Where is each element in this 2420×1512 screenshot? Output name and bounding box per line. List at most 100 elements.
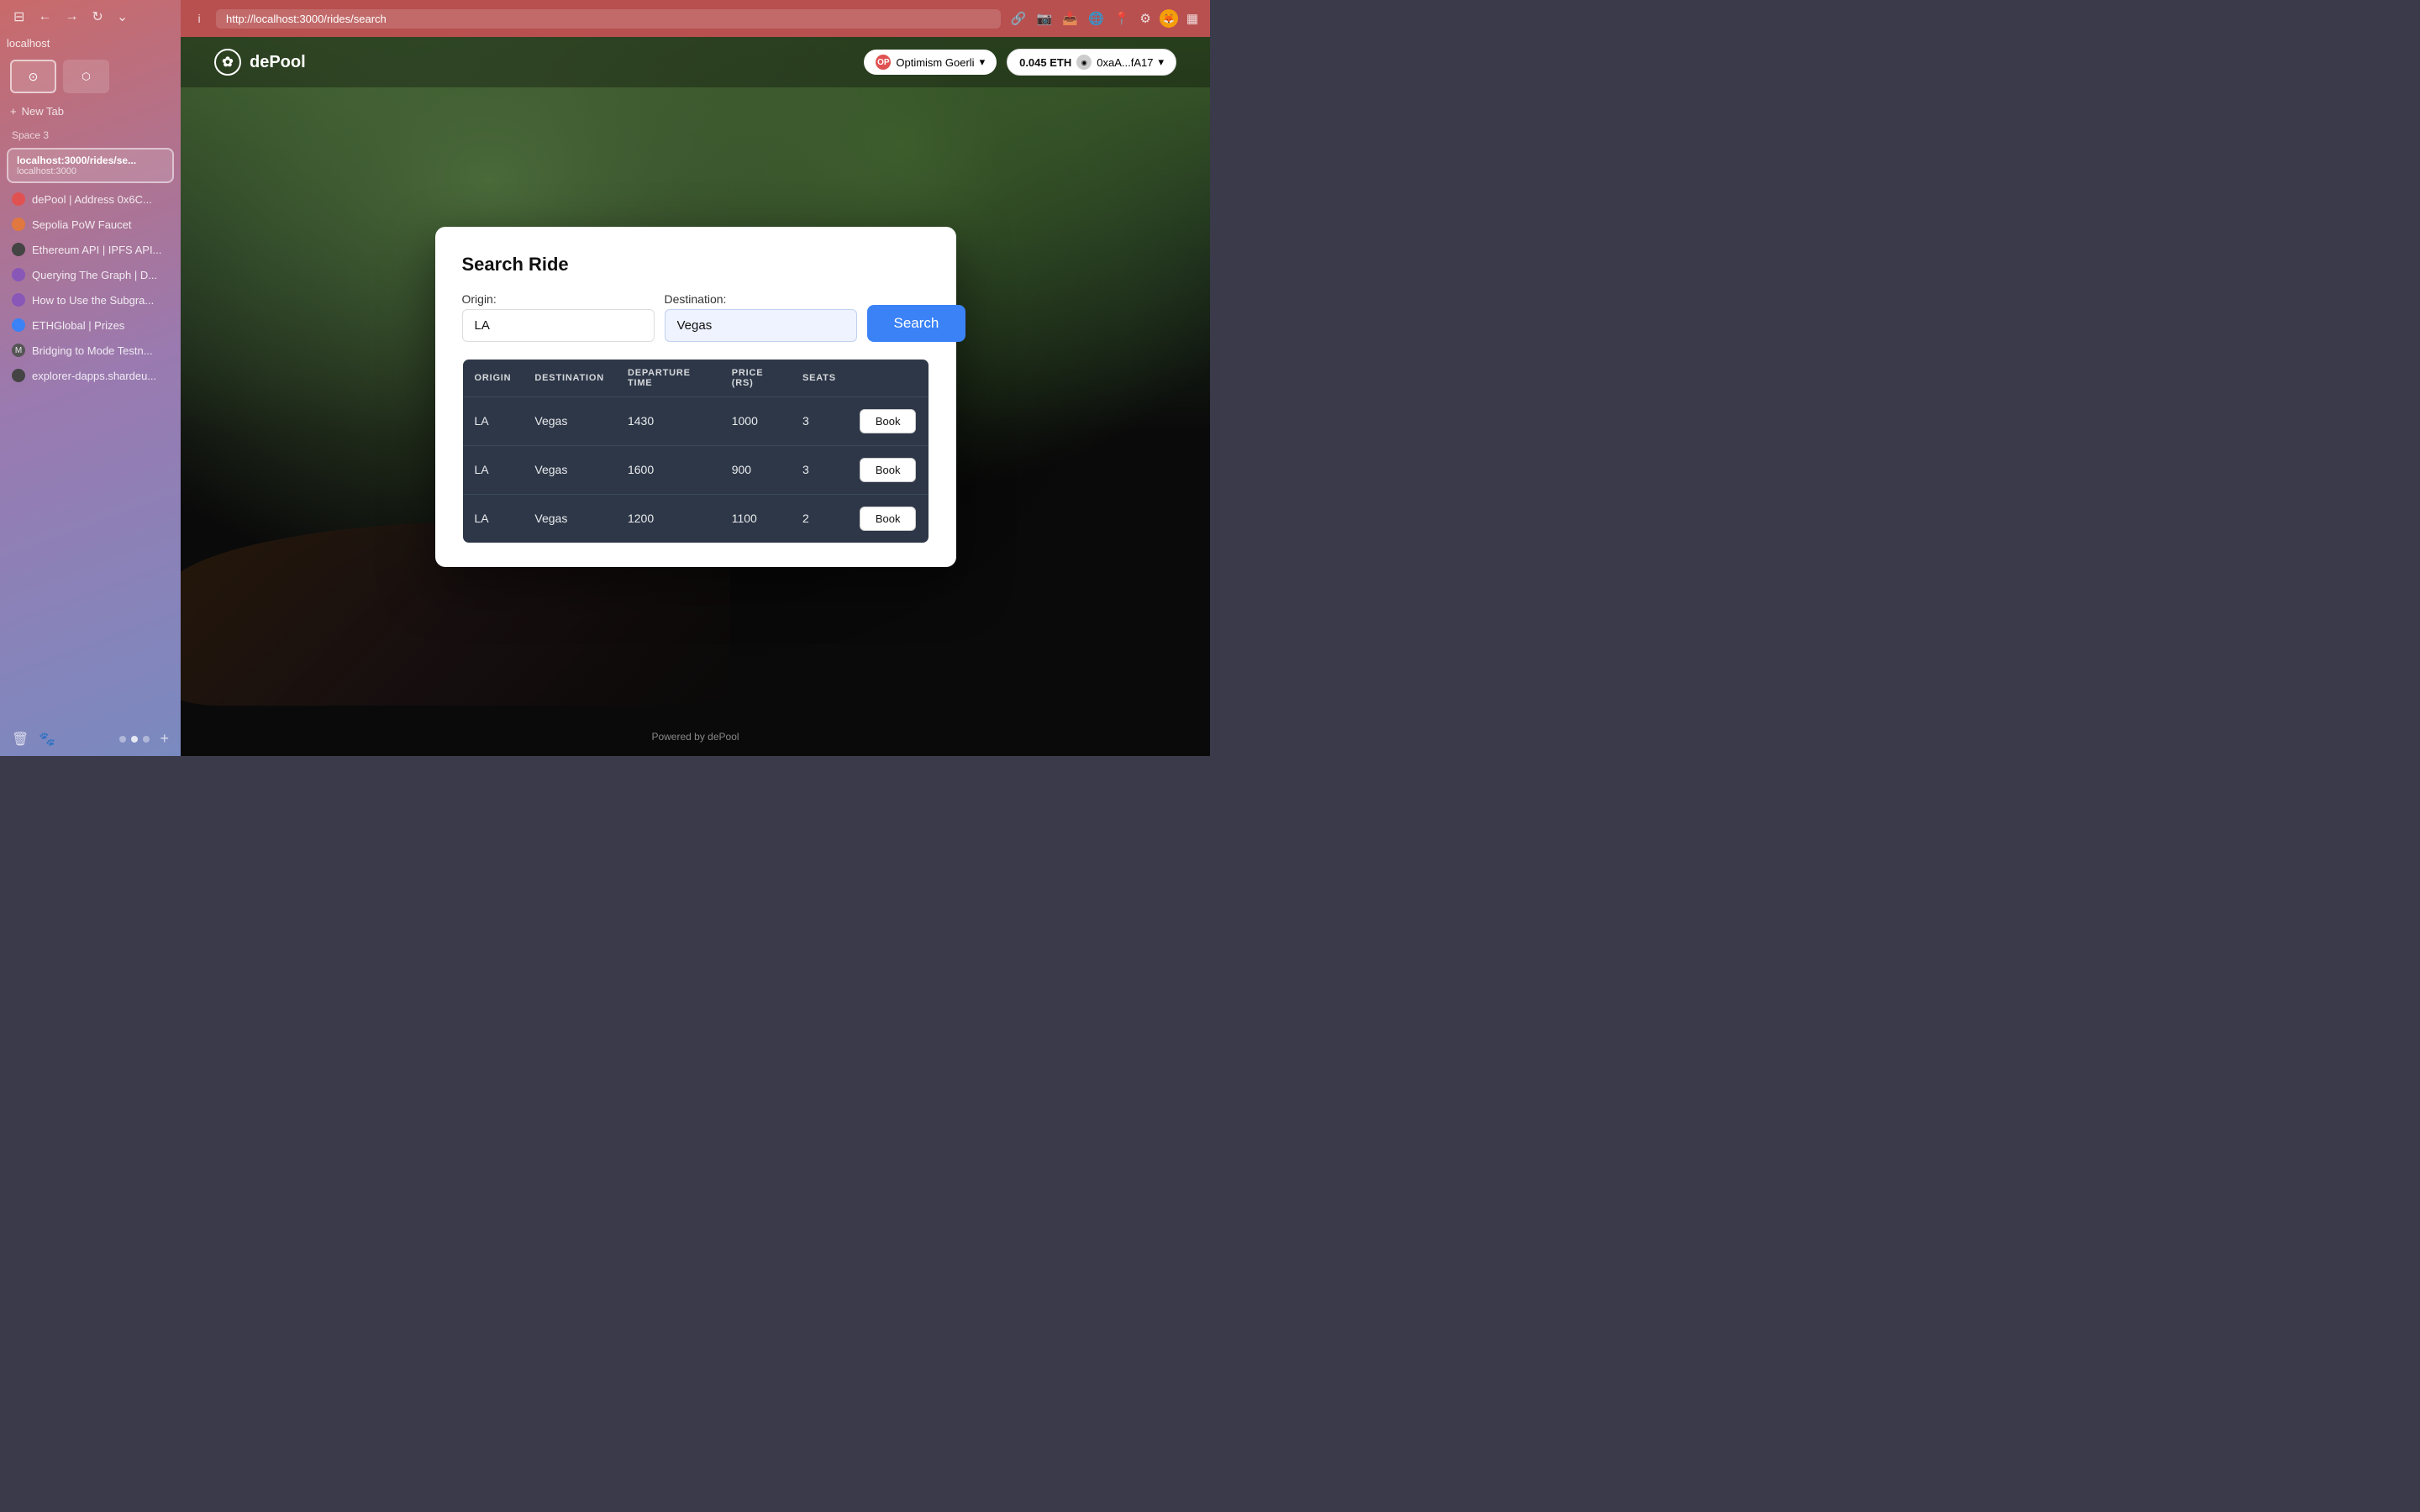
new-tab-label: New Tab xyxy=(22,105,64,118)
cell-destination-1: Vegas xyxy=(523,445,616,494)
current-tab-item[interactable]: localhost:3000/rides/se... localhost:300… xyxy=(7,148,174,183)
results-table-head: ORIGIN DESTINATION DEPARTURE TIME PRICE … xyxy=(462,359,929,396)
cell-book-1: Book xyxy=(848,445,929,494)
app-content: ✿ dePool OP Optimism Goerli ▾ 0.045 ETH … xyxy=(181,37,1210,756)
favicon-subgraph xyxy=(12,293,25,307)
camera-icon[interactable]: 📷 xyxy=(1035,9,1055,28)
sidebar-label-depool-address: dePool | Address 0x6C... xyxy=(32,193,169,206)
sidebar-label-ethglobal: ETHGlobal | Prizes xyxy=(32,319,169,332)
table-header-row: ORIGIN DESTINATION DEPARTURE TIME PRICE … xyxy=(462,359,929,396)
layout-icon[interactable]: ▦ xyxy=(1185,9,1200,28)
cell-price-1: 900 xyxy=(720,445,791,494)
favicon-ethereum-api xyxy=(12,243,25,256)
url-bar[interactable] xyxy=(216,9,1001,29)
toggle-sidebar-button[interactable]: ⊟ xyxy=(10,7,28,27)
tabs-row: ⊙ ⬡ xyxy=(0,56,181,100)
user-avatar[interactable]: 🦊 xyxy=(1160,9,1178,28)
cell-book-0: Book xyxy=(848,396,929,445)
sidebar-item-depool-address[interactable]: dePool | Address 0x6C... xyxy=(0,186,181,212)
cell-seats-1: 3 xyxy=(791,445,848,494)
settings-icon[interactable]: ⚙ xyxy=(1138,9,1152,28)
back-button[interactable]: ← xyxy=(34,8,55,26)
modal-overlay: Search Ride Origin: Destination: Search xyxy=(181,37,1210,756)
cell-departure-2: 1200 xyxy=(616,494,720,543)
new-tab-button[interactable]: + New Tab xyxy=(0,100,181,123)
sidebar-item-mode-bridge[interactable]: MBridging to Mode Testn... xyxy=(0,338,181,363)
book-button-0[interactable]: Book xyxy=(860,409,917,433)
sidebar-bottom: 🗑 🐾 + xyxy=(0,722,181,756)
sidebar-label-the-graph: Querying The Graph | D... xyxy=(32,269,169,281)
cell-seats-2: 2 xyxy=(791,494,848,543)
origin-field: Origin: xyxy=(462,292,655,342)
browser-chrome: i 🔗 📷 📥 🌐 📍 ⚙ 🦊 ▦ xyxy=(181,0,1210,37)
forward-button[interactable]: → xyxy=(61,8,82,26)
cell-departure-1: 1600 xyxy=(616,445,720,494)
col-origin: ORIGIN xyxy=(462,359,523,396)
main-area: i 🔗 📷 📥 🌐 📍 ⚙ 🦊 ▦ ✿ dePool OP xyxy=(181,0,1210,756)
favicon-explorer xyxy=(12,369,25,382)
favicon-ethglobal xyxy=(12,318,25,332)
search-ride-modal: Search Ride Origin: Destination: Search xyxy=(435,227,956,567)
dot-3 xyxy=(143,736,150,743)
sidebar-label-sepolia-faucet: Sepolia PoW Faucet xyxy=(32,218,169,231)
cell-price-2: 1100 xyxy=(720,494,791,543)
sidebar-item-the-graph[interactable]: Querying The Graph | D... xyxy=(0,262,181,287)
tab-thumb-2[interactable]: ⬡ xyxy=(63,60,109,93)
download-icon[interactable]: 📥 xyxy=(1060,9,1080,28)
cell-seats-0: 3 xyxy=(791,396,848,445)
plus-icon: + xyxy=(10,105,17,118)
destination-label: Destination: xyxy=(665,292,857,306)
sidebar-item-ethglobal[interactable]: ETHGlobal | Prizes xyxy=(0,312,181,338)
sidebar-label-subgraph: How to Use the Subgra... xyxy=(32,294,169,307)
table-row: LAVegas143010003Book xyxy=(462,396,929,445)
reload-button[interactable]: ↻ xyxy=(88,7,106,27)
sidebar-item-sepolia-faucet[interactable]: Sepolia PoW Faucet xyxy=(0,212,181,237)
results-table: ORIGIN DESTINATION DEPARTURE TIME PRICE … xyxy=(462,359,929,543)
cell-price-0: 1000 xyxy=(720,396,791,445)
browser-action-icons: 🔗 📷 📥 🌐 📍 ⚙ 🦊 ▦ xyxy=(1009,9,1200,28)
results-table-body: LAVegas143010003BookLAVegas16009003BookL… xyxy=(462,396,929,543)
sidebar-bookmarks: dePool | Address 0x6C... Sepolia PoW Fauc… xyxy=(0,186,181,388)
cell-origin-2: LA xyxy=(462,494,523,543)
origin-label: Origin: xyxy=(462,292,655,306)
cell-destination-2: Vegas xyxy=(523,494,616,543)
modal-title: Search Ride xyxy=(462,254,929,276)
pin-icon[interactable]: 📍 xyxy=(1113,9,1132,28)
table-row: LAVegas120011002 Book xyxy=(462,494,929,543)
sidebar-label-ethereum-api: Ethereum API | IPFS API... xyxy=(32,244,169,256)
sidebar-item-ethereum-api[interactable]: Ethereum API | IPFS API... xyxy=(0,237,181,262)
info-icon: i xyxy=(191,10,208,27)
favicon-the-graph xyxy=(12,268,25,281)
add-space-button[interactable]: + xyxy=(160,730,169,748)
current-tab-url: localhost:3000 xyxy=(17,166,164,176)
table-row: LAVegas16009003 Book xyxy=(462,445,929,494)
localhost-label: localhost xyxy=(0,34,181,56)
search-button[interactable]: Search xyxy=(867,305,966,342)
current-tab-title: localhost:3000/rides/se... xyxy=(17,155,164,166)
bottom-dots xyxy=(119,736,150,743)
book-button-1[interactable]: Book xyxy=(860,458,917,482)
cell-origin-1: LA xyxy=(462,445,523,494)
trash-icon[interactable]: 🗑 xyxy=(12,731,29,748)
favicon-mode-bridge: M xyxy=(12,344,25,357)
cookie-icon[interactable]: 🐾 xyxy=(39,731,55,748)
cell-origin-0: LA xyxy=(462,396,523,445)
sidebar-label-explorer: explorer-dapps.shardeu... xyxy=(32,370,169,382)
tab-thumb-active[interactable]: ⊙ xyxy=(10,60,56,93)
sidebar: ⊟ ← → ↻ ⌄ localhost ⊙ ⬡ + New Tab Space … xyxy=(0,0,181,756)
sidebar-item-subgraph[interactable]: How to Use the Subgra... xyxy=(0,287,181,312)
bookmark-icon[interactable]: 🔗 xyxy=(1009,9,1028,28)
sidebar-top-bar: ⊟ ← → ↻ ⌄ xyxy=(0,0,181,34)
dot-2 xyxy=(131,736,138,743)
origin-input[interactable] xyxy=(462,309,655,342)
col-departure: DEPARTURE TIME xyxy=(616,359,720,396)
sidebar-item-explorer[interactable]: explorer-dapps.shardeu... xyxy=(0,363,181,388)
destination-field: Destination: xyxy=(665,292,857,342)
col-seats: SEATS xyxy=(791,359,848,396)
book-button-2[interactable]: Book xyxy=(860,507,917,531)
more-button[interactable]: ⌄ xyxy=(113,7,131,27)
destination-input[interactable] xyxy=(665,309,857,342)
globe-icon[interactable]: 🌐 xyxy=(1086,9,1106,28)
favicon-depool-address xyxy=(12,192,25,206)
cell-book-2: Book xyxy=(848,494,929,543)
